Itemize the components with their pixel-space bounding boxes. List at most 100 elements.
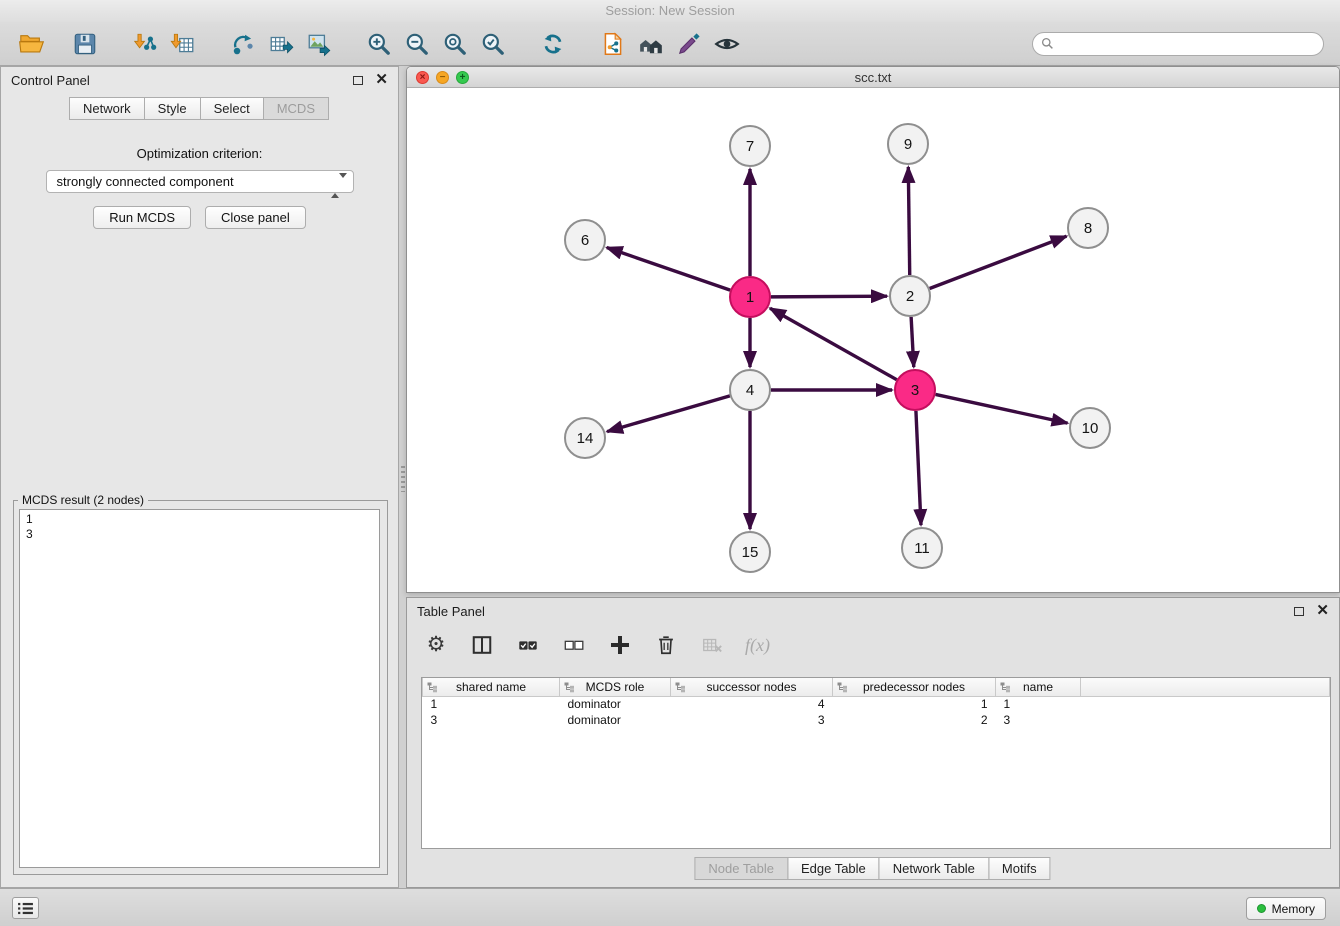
- table-cell[interactable]: 3: [996, 712, 1081, 728]
- refresh-button[interactable]: [534, 25, 572, 63]
- open-session-button[interactable]: [594, 25, 632, 63]
- tab-network[interactable]: Network: [69, 97, 145, 120]
- graph-edge-2-3[interactable]: [911, 317, 914, 367]
- new-network-button[interactable]: [224, 25, 262, 63]
- run-mcds-button[interactable]: Run MCDS: [93, 206, 191, 229]
- graph-edge-1-6[interactable]: [607, 248, 730, 291]
- graph-node-2[interactable]: 2: [890, 276, 930, 316]
- graph-node-8[interactable]: 8: [1068, 208, 1108, 248]
- float-panel-icon[interactable]: [353, 76, 363, 85]
- table-cell[interactable]: 1: [833, 696, 996, 712]
- table-panel: Table Panel ✕ ⚙: [406, 597, 1340, 888]
- graph-node-1[interactable]: 1: [730, 277, 770, 317]
- import-network-button[interactable]: [126, 25, 164, 63]
- graph-node-14[interactable]: 14: [565, 418, 605, 458]
- panel-divider[interactable]: [399, 66, 406, 888]
- table-row[interactable]: 1dominator411: [423, 696, 1330, 712]
- show-columns-button[interactable]: [469, 632, 495, 658]
- mcds-result-list[interactable]: 13: [19, 509, 380, 868]
- show-hide-button[interactable]: [708, 25, 746, 63]
- tab-style[interactable]: Style: [144, 97, 201, 120]
- column-header-name[interactable]: name: [996, 678, 1081, 696]
- column-header-shared-name[interactable]: shared name: [423, 678, 560, 696]
- table-cell[interactable]: 3: [671, 712, 833, 728]
- open-button[interactable]: [12, 25, 50, 63]
- graph-edge-2-9[interactable]: [908, 167, 909, 275]
- control-panel-tabs: NetworkStyleSelectMCDS: [1, 97, 398, 120]
- tab-motifs[interactable]: Motifs: [988, 857, 1051, 880]
- style-button[interactable]: [670, 25, 708, 63]
- graph-node-6[interactable]: 6: [565, 220, 605, 260]
- table-row[interactable]: 3dominator323: [423, 712, 1330, 728]
- home-button[interactable]: [632, 25, 670, 63]
- float-table-panel-icon[interactable]: [1294, 607, 1304, 616]
- mcds-result-box: MCDS result (2 nodes) 13: [13, 493, 388, 875]
- close-table-panel-icon[interactable]: ✕: [1316, 606, 1329, 616]
- zoom-in-button[interactable]: [360, 25, 398, 63]
- export-image-button[interactable]: [300, 25, 338, 63]
- paintbrush-icon: [676, 31, 702, 57]
- column-header-successor-nodes[interactable]: successor nodes: [671, 678, 833, 696]
- column-header-predecessor-nodes[interactable]: predecessor nodes: [833, 678, 996, 696]
- graph-node-4[interactable]: 4: [730, 370, 770, 410]
- table-cell[interactable]: 2: [833, 712, 996, 728]
- search-box[interactable]: [1032, 32, 1324, 56]
- table-cell[interactable]: 3: [423, 712, 560, 728]
- table-settings-button[interactable]: ⚙: [423, 632, 449, 658]
- close-window-icon[interactable]: ×: [416, 71, 429, 84]
- trash-icon: [655, 634, 677, 656]
- graph-edge-3-11[interactable]: [916, 411, 921, 525]
- table-cell[interactable]: 4: [671, 696, 833, 712]
- graph-node-11[interactable]: 11: [902, 528, 942, 568]
- tab-network-table[interactable]: Network Table: [879, 857, 989, 880]
- delete-table-button[interactable]: [699, 632, 725, 658]
- graph-node-3[interactable]: 3: [895, 370, 935, 410]
- deselect-all-button[interactable]: [561, 632, 587, 658]
- open-folder-icon: [18, 30, 45, 57]
- zoom-selected-icon: [480, 31, 506, 57]
- table-cell[interactable]: dominator: [560, 712, 671, 728]
- graph-node-7[interactable]: 7: [730, 126, 770, 166]
- tab-node-table[interactable]: Node Table: [694, 857, 788, 880]
- graph-edge-4-14[interactable]: [607, 396, 730, 432]
- graph-node-9[interactable]: 9: [888, 124, 928, 164]
- memory-button[interactable]: Memory: [1246, 897, 1326, 920]
- network-canvas[interactable]: 7 9 6 8 1 2 4 3 14 10 15 11: [407, 88, 1339, 592]
- search-icon: [1041, 37, 1054, 50]
- minimize-window-icon[interactable]: −: [436, 71, 449, 84]
- table-cell[interactable]: 1: [423, 696, 560, 712]
- deselect-all-icon: [563, 634, 585, 656]
- table-cell[interactable]: 1: [996, 696, 1081, 712]
- tab-mcds[interactable]: MCDS: [263, 97, 329, 120]
- network-window-titlebar[interactable]: × − + scc.txt: [407, 67, 1339, 88]
- search-input[interactable]: [1059, 36, 1315, 52]
- zoom-out-button[interactable]: [398, 25, 436, 63]
- delete-row-button[interactable]: [653, 632, 679, 658]
- maximize-window-icon[interactable]: +: [456, 71, 469, 84]
- graph-edge-1-2[interactable]: [771, 296, 887, 297]
- graph-edge-3-1[interactable]: [770, 308, 897, 379]
- tab-edge-table[interactable]: Edge Table: [787, 857, 880, 880]
- function-builder-button[interactable]: f(x): [745, 632, 770, 658]
- criterion-dropdown[interactable]: strongly connected component: [46, 170, 354, 193]
- graph-edge-2-8[interactable]: [930, 236, 1067, 288]
- zoom-fit-button[interactable]: [436, 25, 474, 63]
- network-graph[interactable]: 7 9 6 8 1 2 4 3 14 10 15 11: [407, 88, 1339, 592]
- graph-edge-3-10[interactable]: [936, 394, 1068, 423]
- graph-node-10[interactable]: 10: [1070, 408, 1110, 448]
- task-history-button[interactable]: [12, 897, 39, 919]
- import-table-button[interactable]: [164, 25, 202, 63]
- zoom-selected-button[interactable]: [474, 25, 512, 63]
- table-cell[interactable]: dominator: [560, 696, 671, 712]
- divider-grip[interactable]: [401, 466, 405, 492]
- save-button[interactable]: [66, 25, 104, 63]
- close-panel-icon[interactable]: ✕: [375, 75, 388, 85]
- add-row-button[interactable]: [607, 632, 633, 658]
- column-header-mcds-role[interactable]: MCDS role: [560, 678, 671, 696]
- export-table-button[interactable]: [262, 25, 300, 63]
- close-panel-button[interactable]: Close panel: [205, 206, 306, 229]
- tab-select[interactable]: Select: [200, 97, 264, 120]
- graph-node-15[interactable]: 15: [730, 532, 770, 572]
- select-all-button[interactable]: [515, 632, 541, 658]
- table-panel-header: Table Panel ✕: [407, 598, 1339, 624]
